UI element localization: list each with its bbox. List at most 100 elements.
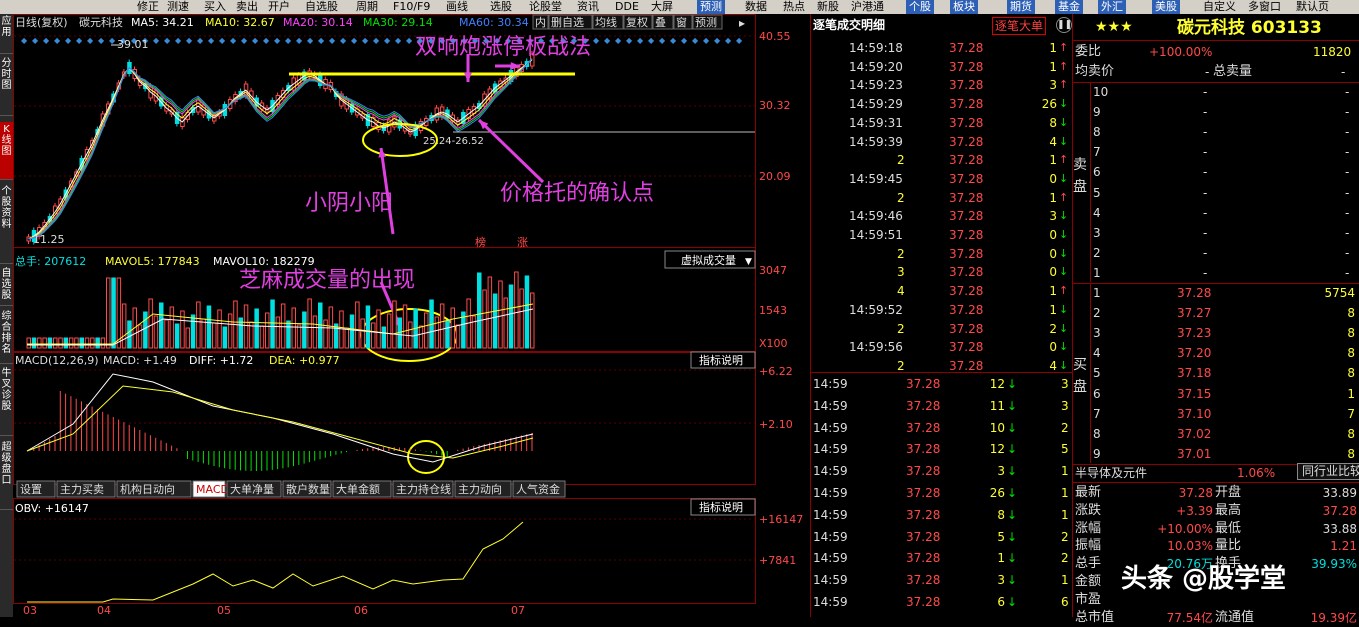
stat-value2-2: 33.88 xyxy=(1322,521,1357,536)
sell-vol-5: - xyxy=(1345,185,1350,200)
left-tab-6[interactable]: 牛叉诊股 xyxy=(0,366,13,436)
left-tab-2[interactable]: K线图 xyxy=(0,122,13,180)
obv-help-button[interactable]: 指标说明 xyxy=(699,500,743,514)
header-btn-5[interactable]: 窗 xyxy=(676,15,687,29)
arrow-down-icon: ↓ xyxy=(1059,302,1069,316)
tick2-vol-0: 12 xyxy=(989,377,1005,391)
left-tab-4[interactable]: 自选股 xyxy=(0,266,13,306)
diamond-icon: ◆ xyxy=(274,36,281,45)
toolbar-item-12[interactable]: DDE xyxy=(615,0,639,14)
toolbar-item-23[interactable]: 外汇 xyxy=(1098,0,1126,14)
toolbar-item-24[interactable]: 美股 xyxy=(1152,0,1180,14)
toolbar-item-3[interactable]: 卖出 xyxy=(236,0,258,14)
header-btn-4[interactable]: 叠 xyxy=(655,16,666,29)
indicator-tab-0[interactable]: 设置 xyxy=(20,483,42,496)
toolbar-item-11[interactable]: 资讯 xyxy=(577,0,599,14)
toolbar-item-17[interactable]: 新股 xyxy=(817,0,839,14)
toolbar-item-20[interactable]: 板块 xyxy=(950,0,978,14)
tick-vol-12: 0 xyxy=(1049,265,1057,280)
sector-compare-button[interactable]: 同行业比较 xyxy=(1297,463,1359,480)
macd-help-button[interactable]: 指标说明 xyxy=(699,353,743,367)
toolbar-item-7[interactable]: F10/F9 xyxy=(393,0,430,14)
indicator-tab-4[interactable]: 大单净量 xyxy=(230,482,274,496)
tick2-time-3: 14:59 xyxy=(813,442,848,457)
buy-vol-5: 1 xyxy=(1347,386,1355,401)
low-label: 11.25 xyxy=(33,233,65,246)
toolbar-item-10[interactable]: 论股堂 xyxy=(529,0,562,14)
left-tab-7[interactable]: 超级盘口 xyxy=(0,440,13,510)
toolbar-item-2[interactable]: 买入 xyxy=(204,0,226,14)
indicator-tab-9[interactable]: 人气资金 xyxy=(516,482,560,496)
indicator-tab-8[interactable]: 主力动向 xyxy=(458,482,502,496)
header-btn-3[interactable]: 复权 xyxy=(626,15,648,29)
price-axis-0: 40.55 xyxy=(759,30,791,43)
vol-total: 总手: 207612 xyxy=(15,254,86,268)
indicator-tab-3[interactable]: MACD xyxy=(196,483,229,496)
toolbar-item-19[interactable]: 个股 xyxy=(906,0,934,14)
volume-bar-85 xyxy=(477,272,482,349)
stat-label2-0: 开盘 xyxy=(1215,485,1242,500)
tick-time-11: 2 xyxy=(897,246,905,261)
avg-sell-label: 均卖价 xyxy=(1075,64,1115,79)
toolbar-item-18[interactable]: 沪港通 xyxy=(851,0,884,14)
volume-bar-46 xyxy=(270,299,275,349)
left-tab-0[interactable]: 应用 xyxy=(0,14,13,54)
indicator-tab-7[interactable]: 主力持仓线 xyxy=(396,482,451,496)
toolbar-item-0[interactable]: 修正 xyxy=(137,0,159,14)
diamond-icon: ◆ xyxy=(285,36,292,45)
toolbar-item-6[interactable]: 周期 xyxy=(356,0,378,14)
tick2-time-1: 14:59 xyxy=(813,398,848,413)
toolbar-item-13[interactable]: 大屏 xyxy=(651,0,673,14)
toolbar-item-8[interactable]: 画线 xyxy=(446,0,468,14)
pause-icon[interactable]: ❚❚ xyxy=(1056,17,1072,33)
header-btn-2[interactable]: 均线 xyxy=(595,15,617,29)
tick-price-7: 37.28 xyxy=(949,171,984,186)
volume-bar-61 xyxy=(349,314,355,349)
header-ma5: MA5: 34.21 xyxy=(131,16,194,29)
tick2-vol-5: 26 xyxy=(989,486,1005,500)
toolbar-item-4[interactable]: 开户 xyxy=(268,0,290,14)
tick-title: 逐笔成交明细 xyxy=(813,18,886,32)
tick-time-8: 2 xyxy=(897,190,905,205)
toolbar-item-1[interactable]: 测速 xyxy=(167,0,189,14)
tick2-count-1: 3 xyxy=(1061,398,1069,413)
sell-price-8: - xyxy=(1203,245,1208,260)
header-btn-6[interactable]: 预测 xyxy=(695,16,717,29)
toolbar-item-27[interactable]: 默认页 xyxy=(1296,0,1329,14)
header-title: 日线(复权) xyxy=(15,15,68,29)
toolbar-item-14[interactable]: 预测 xyxy=(697,0,725,14)
indicator-tab-5[interactable]: 散户数量 xyxy=(286,482,330,496)
volume-bar-41 xyxy=(243,304,249,349)
tick2-time-2: 14:59 xyxy=(813,420,848,435)
left-tab-5[interactable]: 综合排名 xyxy=(0,309,13,364)
indicator-tab-1[interactable]: 主力买卖 xyxy=(60,483,104,496)
volume-bar-3 xyxy=(42,337,47,349)
arrow-up-icon: ↑ xyxy=(1059,78,1069,92)
toolbar-item-22[interactable]: 基金 xyxy=(1055,0,1083,14)
volume-bar-11 xyxy=(84,337,90,349)
tick-price-16: 37.28 xyxy=(949,340,984,355)
scroll-right-icon: ▸ xyxy=(739,16,745,30)
left-tab-3[interactable]: 个股资料 xyxy=(0,184,13,264)
header-btn-0[interactable]: 内 xyxy=(535,15,546,29)
arrow-down-icon: ↓ xyxy=(1059,321,1069,335)
quote-panel: ★★★ 碳元科技 603133 委比 +100.00% 11820 均卖价 - 总卖量 - 卖盘 1… xyxy=(1073,14,1359,625)
toolbar-item-25[interactable]: 自定义 xyxy=(1203,0,1236,14)
toolbar-item-21[interactable]: 期货 xyxy=(1007,0,1035,14)
header-btn-1[interactable]: 删自选 xyxy=(551,16,584,29)
vol-dropdown[interactable]: 虚拟成交量 xyxy=(681,253,736,267)
toolbar-item-15[interactable]: 数据 xyxy=(745,0,767,14)
toolbar-item-26[interactable]: 多窗口 xyxy=(1248,0,1281,14)
left-tab-1[interactable]: 分时图 xyxy=(0,56,13,116)
volume-bar-66 xyxy=(376,309,381,349)
tick2-vol-10: 6 xyxy=(997,595,1005,609)
toolbar-item-9[interactable]: 选股 xyxy=(490,0,512,14)
sell-price-4: - xyxy=(1203,165,1208,180)
indicator-tab-6[interactable]: 大单金额 xyxy=(336,482,380,496)
big-order-button[interactable]: 逐笔大单 xyxy=(992,17,1047,35)
toolbar-item-16[interactable]: 热点 xyxy=(783,0,805,14)
diamond-icon: ◆ xyxy=(703,36,710,45)
volume-bar-25 xyxy=(159,302,164,349)
indicator-tab-2[interactable]: 机构日动向 xyxy=(120,482,175,496)
toolbar-item-5[interactable]: 自选股 xyxy=(305,0,338,14)
